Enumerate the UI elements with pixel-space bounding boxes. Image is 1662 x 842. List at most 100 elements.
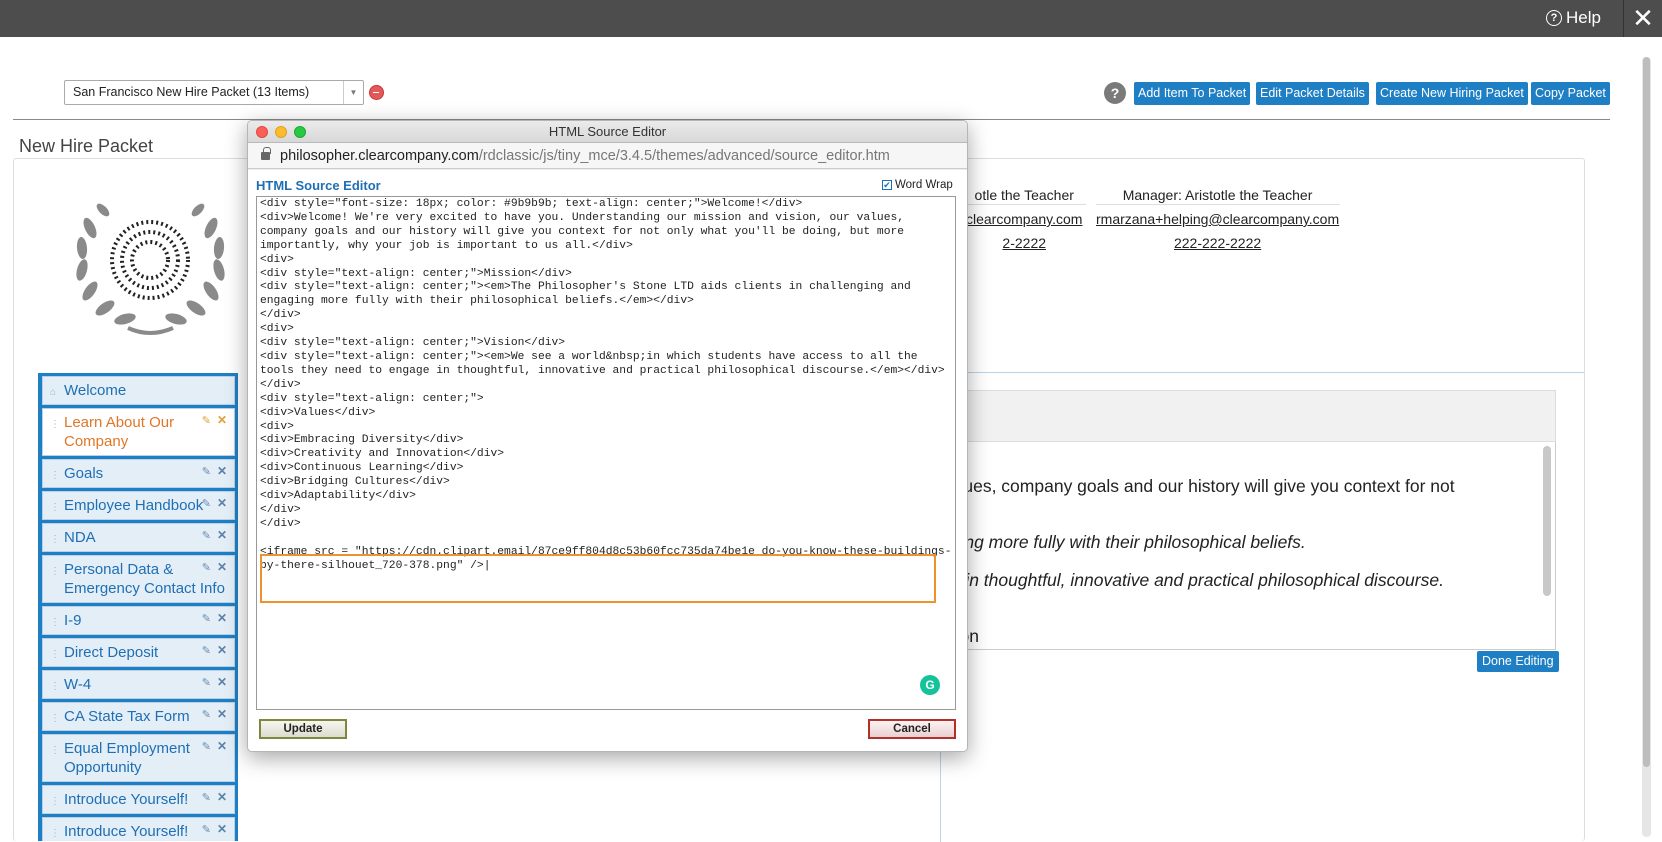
content-text-line: aging more fully with their philosophica…	[941, 532, 1306, 552]
edit-pencil-icon[interactable]: ✎	[202, 789, 211, 808]
sidebar-item-label: W-4	[64, 676, 92, 693]
window-minimize-icon[interactable]	[275, 126, 287, 138]
sidebar-item-nda[interactable]: ⋮ NDA ✎ ✕	[42, 523, 235, 552]
delete-x-icon[interactable]: ✕	[217, 558, 227, 577]
edit-pencil-icon[interactable]: ✎	[202, 463, 211, 482]
sidebar-item-direct-deposit[interactable]: ⋮ Direct Deposit ✎ ✕	[42, 638, 235, 667]
sidebar-item-learn-about-our-company[interactable]: ⋮ Learn About Our Company ✎ ✕	[42, 408, 235, 456]
copy-packet-button[interactable]: Copy Packet	[1531, 82, 1610, 105]
sidebar-item-ca-state-tax-form[interactable]: ⋮ CA State Tax Form ✎ ✕	[42, 702, 235, 731]
company-logo	[68, 188, 233, 343]
contact-manager: Manager: Aristotle the Teacher rmarzana+…	[1096, 183, 1339, 255]
sidebar-item-label: I-9	[64, 612, 82, 629]
edit-pencil-icon[interactable]: ✎	[202, 674, 211, 693]
drag-handle-icon[interactable]: ⋮	[50, 613, 60, 632]
sidebar-item-w-4[interactable]: ⋮ W-4 ✎ ✕	[42, 670, 235, 699]
help-circle-icon: ?	[1546, 10, 1562, 26]
content-scrollbar[interactable]	[1543, 446, 1551, 596]
add-item-to-packet-button[interactable]: Add Item To Packet	[1134, 82, 1251, 105]
manager-email-link[interactable]: rmarzana+helping@clearcompany.com	[1096, 211, 1339, 227]
drag-handle-icon[interactable]: ⋮	[50, 824, 60, 841]
cancel-button[interactable]: Cancel	[868, 719, 956, 739]
sidebar-item-employee-handbook[interactable]: ⋮ Employee Handbook ✎ ✕	[42, 491, 235, 520]
drag-handle-icon[interactable]: ⋮	[50, 415, 60, 434]
sidebar-item-label: Equal Employment Opportunity	[64, 740, 190, 776]
edit-pencil-icon[interactable]: ✎	[202, 527, 211, 546]
page-title: New Hire Packet	[19, 136, 154, 156]
delete-x-icon[interactable]: ✕	[217, 462, 227, 481]
source-code-text: <div style="font-size: 18px; color: #9b9…	[260, 198, 952, 572]
edit-pencil-icon[interactable]: ✎	[202, 559, 211, 578]
drag-handle-icon[interactable]: ⋮	[50, 645, 60, 664]
drag-handle-icon[interactable]: ⋮	[50, 792, 60, 811]
word-wrap-checkbox[interactable]: ✔	[882, 180, 892, 190]
window-close-icon[interactable]	[256, 126, 268, 138]
page-scrollbar[interactable]	[1642, 57, 1651, 837]
delete-x-icon[interactable]: ✕	[217, 705, 227, 724]
delete-x-icon[interactable]: ✕	[217, 411, 227, 430]
drag-handle-icon[interactable]: ⋮	[50, 562, 60, 581]
content-text-line: ge in thoughtful, innovative and practic…	[941, 570, 1444, 590]
window-title-bar[interactable]: HTML Source Editor	[248, 121, 967, 143]
sidebar-item-i-9[interactable]: ⋮ I-9 ✎ ✕	[42, 606, 235, 635]
content-text-line: values, company goals and our history wi…	[941, 476, 1455, 496]
manager-phone-link[interactable]: 222-222-2222	[1174, 235, 1261, 251]
done-editing-button[interactable]: Done Editing	[1477, 651, 1559, 672]
packet-select-value: San Francisco New Hire Packet (13 Items)	[73, 85, 310, 99]
grammarly-icon[interactable]: G	[920, 675, 940, 695]
remove-packet-icon[interactable]	[369, 85, 384, 100]
sidebar-item-label: Employee Handbook	[64, 497, 204, 514]
sidebar-item-label: Introduce Yourself!	[64, 791, 189, 808]
delete-x-icon[interactable]: ✕	[217, 641, 227, 660]
close-icon[interactable]: ✕	[1623, 0, 1662, 37]
update-button[interactable]: Update	[259, 719, 347, 739]
chevron-down-icon: ▼	[343, 81, 363, 104]
edit-pencil-icon[interactable]: ✎	[202, 495, 211, 514]
drag-handle-icon[interactable]: ⋮	[50, 741, 60, 760]
packet-select[interactable]: San Francisco New Hire Packet (13 Items)…	[64, 80, 364, 105]
help-link[interactable]: ? Help	[1546, 8, 1601, 28]
drag-handle-icon[interactable]: ⋮	[50, 709, 60, 728]
url-host: philosopher.clearcompany.com	[280, 148, 479, 164]
recruiter-email-link[interactable]: clearcompany.com	[966, 211, 1082, 227]
drag-handle-icon[interactable]: ⋮	[50, 498, 60, 517]
contact-divider	[966, 204, 1086, 205]
drag-handle-icon[interactable]: ⋮	[50, 530, 60, 549]
sidebar-item-welcome[interactable]: ⌂ Welcome	[42, 376, 235, 405]
delete-x-icon[interactable]: ✕	[217, 526, 227, 545]
create-new-hiring-packet-button[interactable]: Create New Hiring Packet	[1376, 82, 1528, 105]
editor-toolbar	[940, 390, 1556, 442]
edit-packet-details-button[interactable]: Edit Packet Details	[1256, 82, 1369, 105]
edit-pencil-icon[interactable]: ✎	[202, 706, 211, 725]
delete-x-icon[interactable]: ✕	[217, 673, 227, 692]
edit-pencil-icon[interactable]: ✎	[202, 738, 211, 757]
question-help-icon[interactable]: ?	[1104, 82, 1126, 104]
recruiter-phone-link[interactable]: 2-2222	[1002, 235, 1046, 251]
edit-pencil-icon[interactable]: ✎	[202, 412, 211, 431]
edit-pencil-icon[interactable]: ✎	[202, 821, 211, 840]
delete-x-icon[interactable]: ✕	[217, 788, 227, 807]
delete-x-icon[interactable]: ✕	[217, 737, 227, 756]
url-path: /rdclassic/js/tiny_mce/3.4.5/themes/adva…	[478, 148, 890, 164]
edit-pencil-icon[interactable]: ✎	[202, 642, 211, 661]
word-wrap-toggle[interactable]: ✔ Word Wrap	[882, 179, 953, 191]
drag-handle-icon[interactable]: ⋮	[50, 677, 60, 696]
sidebar-item-personal-data[interactable]: ⋮ Personal Data & Emergency Contact Info…	[42, 555, 235, 603]
window-maximize-icon[interactable]	[294, 126, 306, 138]
edit-pencil-icon[interactable]: ✎	[202, 610, 211, 629]
sidebar-item-introduce-yourself-2[interactable]: ⋮ Introduce Yourself! ✎ ✕	[42, 817, 235, 841]
content-editor[interactable]: values, company goals and our history wi…	[940, 442, 1556, 650]
scrollbar-thumb[interactable]	[1643, 57, 1650, 767]
sidebar-item-label: NDA	[64, 529, 96, 546]
sidebar-item-label: Welcome	[64, 382, 127, 399]
sidebar-item-goals[interactable]: ⋮ Goals ✎ ✕	[42, 459, 235, 488]
home-icon: ⌂	[50, 387, 57, 398]
sidebar-item-label: Direct Deposit	[64, 644, 159, 661]
drag-handle-icon[interactable]: ⋮	[50, 466, 60, 485]
sidebar-item-introduce-yourself[interactable]: ⋮ Introduce Yourself! ✎ ✕	[42, 785, 235, 814]
delete-x-icon[interactable]: ✕	[217, 609, 227, 628]
delete-x-icon[interactable]: ✕	[217, 494, 227, 513]
source-code-textarea[interactable]: <div style="font-size: 18px; color: #9b9…	[256, 196, 956, 710]
delete-x-icon[interactable]: ✕	[217, 820, 227, 839]
sidebar-item-equal-employment-opportunity[interactable]: ⋮ Equal Employment Opportunity ✎ ✕	[42, 734, 235, 782]
